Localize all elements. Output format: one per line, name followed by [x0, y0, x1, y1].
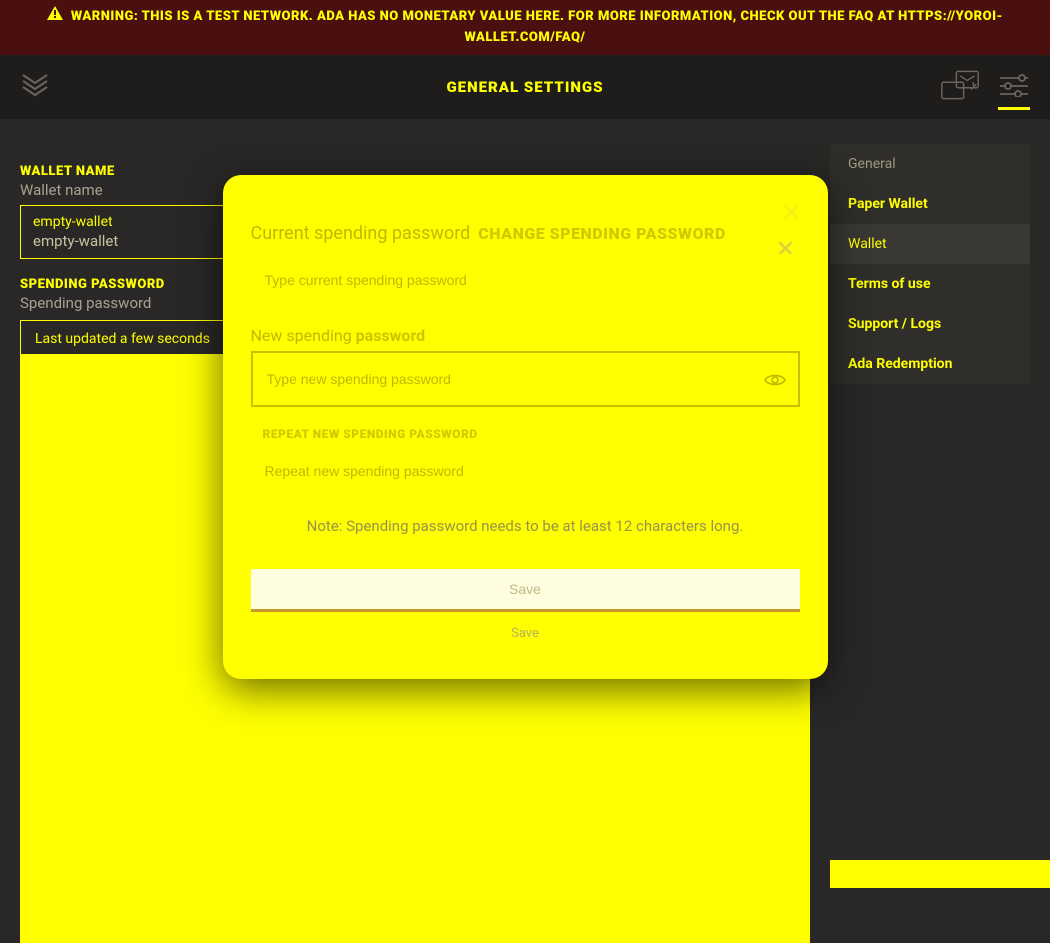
save-button-dup[interactable]: Save — [251, 616, 800, 651]
sidebar-item-paper-wallet[interactable]: Paper Wallet — [830, 184, 1030, 224]
sidebar-item-terms[interactable]: Terms of use — [830, 264, 1030, 304]
sidebar-item-general[interactable]: General — [830, 144, 1030, 184]
settings-sidebar: General Paper Wallet Wallet Terms of use… — [830, 144, 1030, 384]
bottom-yellow-strip — [830, 860, 1050, 888]
settings-sliders-icon[interactable] — [998, 73, 1030, 110]
wallet-stack-icon[interactable] — [940, 69, 980, 105]
logo-icon[interactable] — [20, 70, 50, 104]
close-icon[interactable]: ✕ — [781, 201, 801, 225]
change-password-modal: ✕ ✕ Current spending password CHANGE SPE… — [223, 175, 828, 679]
app-header: GENERAL SETTINGS — [0, 55, 1050, 119]
page-title: GENERAL SETTINGS — [446, 78, 603, 96]
modal-title: CHANGE SPENDING PASSWORD — [478, 224, 726, 243]
current-password-input[interactable] — [251, 254, 800, 306]
repeat-password-input[interactable] — [251, 445, 800, 497]
eye-icon[interactable] — [764, 372, 786, 392]
sidebar-item-support[interactable]: Support / Logs — [830, 304, 1030, 344]
new-password-input[interactable] — [251, 351, 800, 407]
warning-text: WARNING: THIS IS A TEST NETWORK. ADA HAS… — [71, 9, 1003, 45]
warning-icon — [47, 6, 63, 28]
save-button[interactable]: Save — [251, 569, 800, 612]
sidebar-item-ada-redemption[interactable]: Ada Redemption — [830, 344, 1030, 384]
new-password-label: New spending password — [251, 326, 800, 345]
password-note: Note: Spending password needs to be at l… — [251, 517, 800, 535]
repeat-password-label: REPEAT NEW SPENDING PASSWORD — [263, 427, 800, 441]
current-password-label: Current spending password — [251, 223, 471, 244]
testnet-warning-banner: WARNING: THIS IS A TEST NETWORK. ADA HAS… — [0, 0, 1050, 55]
sidebar-item-wallet[interactable]: Wallet — [830, 224, 1030, 264]
